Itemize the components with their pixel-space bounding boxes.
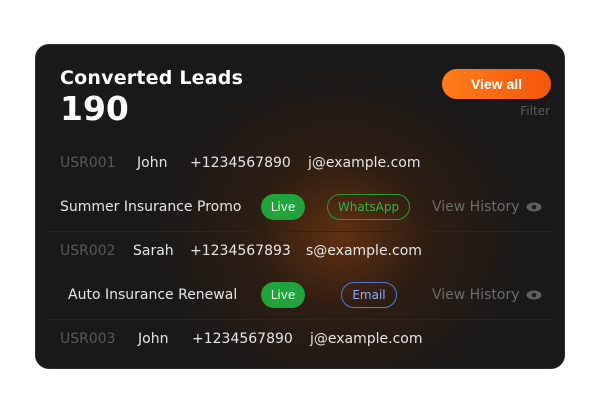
campaign-row: Summer Insurance Promo Live WhatsApp Vie… (36, 188, 564, 228)
lead-id: USR003 (60, 331, 116, 347)
eye-icon (526, 202, 542, 212)
converted-leads-card: Converted Leads 190 View all Filter USR0… (35, 44, 565, 369)
campaign-row: Auto Insurance Renewal Live Email View H… (36, 276, 564, 316)
campaign-name: Summer Insurance Promo (60, 199, 242, 215)
status-badge: Live (261, 194, 305, 220)
lead-phone: +1234567893 (190, 243, 291, 259)
lead-row: USR003 John +1234567890 j@example.com (36, 325, 564, 355)
view-history-link[interactable]: View History (432, 287, 542, 303)
lead-email: j@example.com (308, 155, 421, 171)
view-history-link[interactable]: View History (432, 199, 542, 215)
lead-phone: +1234567890 (190, 155, 291, 171)
lead-row: USR001 John +1234567890 j@example.com (36, 149, 564, 179)
filter-link[interactable]: Filter (520, 104, 550, 118)
lead-row: USR002 Sarah +1234567893 s@example.com (36, 237, 564, 267)
lead-id: USR001 (60, 155, 116, 171)
campaign-name: Auto Insurance Renewal (68, 287, 238, 303)
channel-badge-email: Email (341, 282, 397, 308)
leads-count: 190 (60, 89, 129, 128)
view-history-label: View History (432, 287, 520, 303)
lead-id: USR002 (60, 243, 116, 259)
view-all-button[interactable]: View all (442, 69, 551, 99)
view-history-label: View History (432, 199, 520, 215)
status-badge: Live (261, 282, 305, 308)
row-divider (50, 231, 550, 232)
lead-name: John (138, 331, 169, 347)
lead-name: Sarah (133, 243, 174, 259)
eye-icon (526, 290, 542, 300)
lead-email: s@example.com (306, 243, 422, 259)
lead-name: John (137, 155, 168, 171)
lead-email: j@example.com (310, 331, 423, 347)
lead-phone: +1234567890 (192, 331, 293, 347)
row-divider (50, 319, 550, 320)
card-title: Converted Leads (60, 67, 244, 89)
channel-badge-whatsapp: WhatsApp (327, 194, 410, 220)
